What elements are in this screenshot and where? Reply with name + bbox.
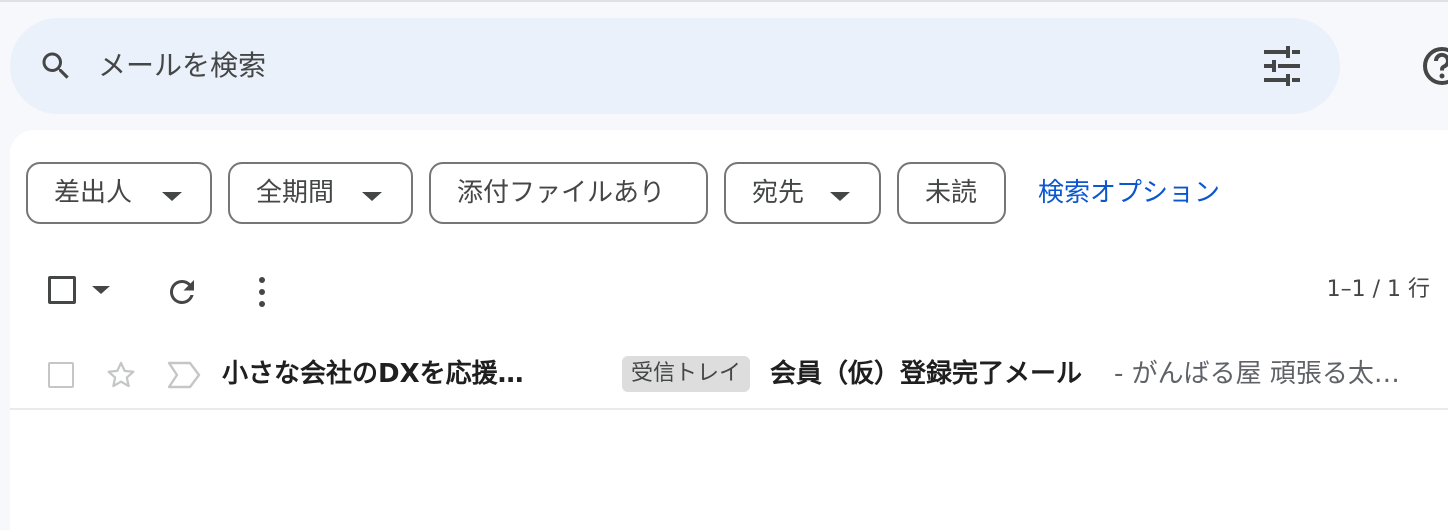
filter-chip-label: 差出人 (54, 178, 133, 208)
filter-chip-date[interactable]: 全期間 (228, 162, 413, 224)
filter-chip-label: 添付ファイルあり (457, 178, 666, 208)
tune-icon[interactable] (1260, 46, 1304, 86)
filter-chip-has-attachment[interactable]: 添付ファイルあり (429, 162, 708, 224)
star-icon[interactable] (104, 358, 138, 392)
dropdown-arrow-icon (830, 192, 850, 201)
filter-chip-label: 宛先 (752, 178, 805, 208)
result-count: 1–1 / 1 行 (1326, 277, 1430, 302)
row-checkbox[interactable] (48, 362, 74, 388)
search-bar[interactable]: メールを検索 (10, 18, 1340, 114)
select-all-checkbox[interactable] (48, 276, 76, 304)
search-icon[interactable] (38, 48, 74, 84)
more-vert-icon[interactable] (254, 274, 270, 310)
refresh-icon[interactable] (164, 274, 200, 310)
filter-chip-unread[interactable]: 未読 (897, 162, 1006, 224)
filter-chip-label: 全期間 (256, 178, 335, 208)
table-row[interactable]: 小さな会社のDXを応援… 受信トレイ 会員（仮）登録完了メール - がんばる屋 … (10, 338, 1448, 410)
filter-chip-label: 未読 (925, 178, 978, 208)
message-subject: 会員（仮）登録完了メール (770, 359, 1083, 389)
inbox-label-badge[interactable]: 受信トレイ (622, 356, 751, 392)
message-snippet: - がんばる屋 頑張る太… (1114, 359, 1400, 389)
filter-chip-to[interactable]: 宛先 (724, 162, 881, 224)
dropdown-arrow-icon (162, 192, 182, 201)
top-divider (0, 0, 1448, 2)
filter-chip-sender[interactable]: 差出人 (26, 162, 212, 224)
dropdown-arrow-icon (362, 192, 382, 201)
important-marker-icon[interactable] (166, 360, 202, 390)
results-panel: 差出人 全期間 添付ファイルあり 宛先 未読 検索オプション 1–1 / 1 行… (10, 130, 1448, 530)
search-input[interactable]: メールを検索 (98, 46, 266, 86)
message-sender: 小さな会社のDXを応援… (222, 359, 524, 389)
select-dropdown-icon[interactable] (92, 286, 110, 294)
help-icon[interactable] (1420, 44, 1448, 88)
search-options-link[interactable]: 検索オプション (1038, 176, 1220, 210)
